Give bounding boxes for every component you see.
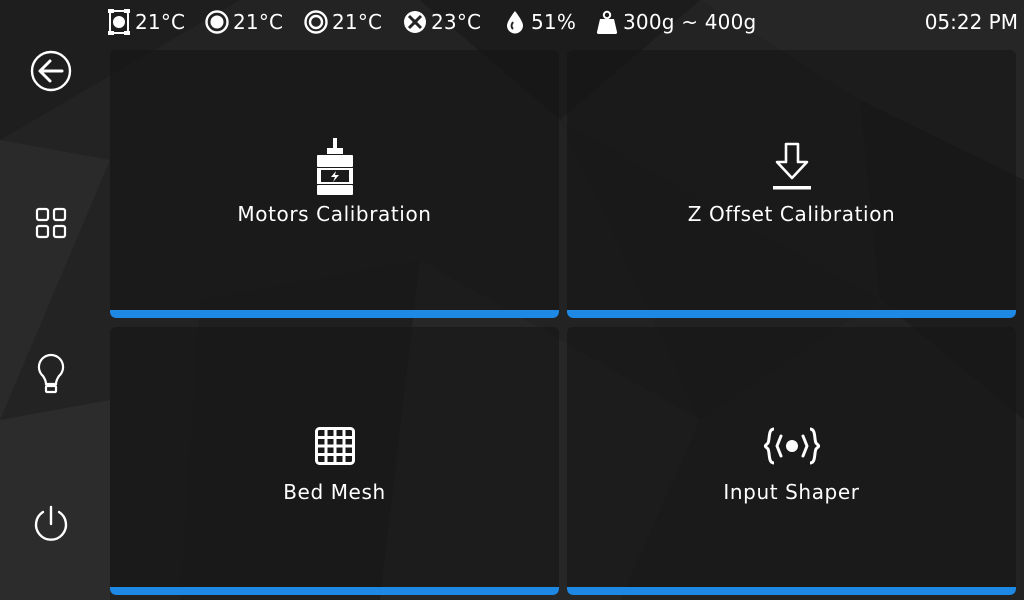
light-button[interactable] (26, 351, 76, 401)
extruder-temp-value: 21°C (135, 10, 186, 34)
weight-icon (595, 9, 619, 35)
bed-temp-status: 21°C (205, 8, 283, 36)
accent-bar (110, 310, 559, 318)
accent-bar (567, 587, 1016, 595)
fan-temp-status: 23°C (403, 8, 481, 36)
fan-temp-value: 23°C (431, 10, 482, 34)
light-bulb-icon (36, 353, 66, 399)
extruder-icon (107, 9, 131, 35)
filament-weight-value: 300g ~ 400g (623, 10, 757, 34)
humidity-status: 51% (503, 8, 576, 36)
clock: 05:22 PM (924, 10, 1018, 34)
back-button[interactable] (26, 48, 76, 98)
back-arrow-icon (30, 50, 72, 96)
status-bar: 21°C 21°C 21°C 23°C 51% 300g ~ 400g 05:2… (0, 0, 1024, 44)
input-shaper-tile[interactable]: Input Shaper (567, 327, 1016, 595)
tile-label: Bed Mesh (283, 480, 386, 504)
extruder-temp-status: 21°C (107, 8, 185, 36)
accent-bar (110, 587, 559, 595)
tile-label: Motors Calibration (237, 202, 432, 226)
download-arrow-icon (771, 142, 813, 196)
motor-icon (315, 138, 355, 200)
filament-weight-status: 300g ~ 400g (595, 8, 756, 36)
accent-bar (567, 310, 1016, 318)
water-drop-icon (503, 9, 527, 35)
power-button[interactable] (26, 501, 76, 551)
grid-apps-icon (35, 207, 67, 243)
humidity-value: 51% (531, 10, 577, 34)
bed-temp-value: 21°C (233, 10, 284, 34)
z-offset-calibration-tile[interactable]: Z Offset Calibration (567, 50, 1016, 318)
power-icon (31, 504, 71, 548)
sidebar (0, 44, 104, 600)
menu-button[interactable] (26, 200, 76, 250)
mesh-grid-icon (314, 427, 355, 469)
chamber-icon (304, 9, 328, 35)
motors-calibration-tile[interactable]: Motors Calibration (110, 50, 559, 318)
input-shaper-icon (762, 427, 821, 469)
chamber-temp-status: 21°C (304, 8, 382, 36)
bed-mesh-tile[interactable]: Bed Mesh (110, 327, 559, 595)
bed-icon (205, 9, 229, 35)
chamber-temp-value: 21°C (332, 10, 383, 34)
tile-label: Z Offset Calibration (687, 202, 896, 226)
fan-icon (403, 9, 427, 35)
tile-label: Input Shaper (723, 480, 860, 504)
